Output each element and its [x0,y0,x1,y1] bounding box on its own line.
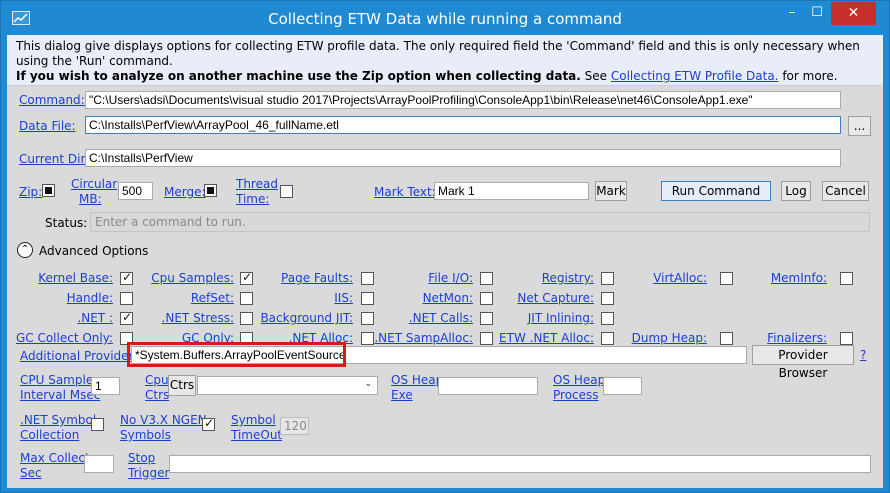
os-heap-process-input[interactable] [603,377,642,395]
help-link[interactable]: ? [860,348,866,362]
stop-trigger-input[interactable] [169,455,871,473]
provider-label-page-faults[interactable]: Page Faults: [213,271,353,285]
zip-label[interactable]: Zip: [19,185,42,199]
description-bold-text: If you wish to analyze on another machin… [16,69,581,83]
current-dir-input[interactable]: C:\Installs\PerfView [85,149,841,167]
data-file-input[interactable]: C:\Installs\PerfView\ArrayPool_46_fullNa… [85,116,841,134]
collecting-etw-help-link[interactable]: Collecting ETW Profile Data. [611,69,779,83]
provider-label-net-sampalloc[interactable]: .NET SampAlloc: [333,331,473,345]
additional-providers-label[interactable]: Additional Providers [20,349,140,363]
max-collect-label-2[interactable]: Sec [20,466,42,480]
run-command-button[interactable]: Run Command [661,181,771,201]
merge-checkbox[interactable] [204,184,217,197]
window-title: Collecting ETW Data while running a comm… [268,10,622,28]
cpu-sample-interval-input[interactable]: 1 [91,377,120,395]
circular-mb-input[interactable]: 500 [118,182,153,200]
symbol-timeout-label-2[interactable]: TimeOut [231,428,282,442]
provider-label-iis[interactable]: IIS: [213,291,353,305]
maximize-button[interactable]: ☐ [805,2,829,25]
zip-checkbox[interactable] [42,184,55,197]
cpu-ctrs-label-2[interactable]: Ctrs [145,388,169,402]
cpu-sample-label-1[interactable]: CPU Sample [20,373,93,387]
command-label[interactable]: Command: [19,93,85,107]
thread-time-label-2[interactable]: Time: [236,192,269,206]
ctrs-button[interactable]: Ctrs [168,375,196,396]
provider-label-net-capture[interactable]: Net Capture: [454,291,594,305]
cancel-button[interactable]: Cancel [822,181,869,201]
stop-trigger-label-1[interactable]: Stop [128,451,155,465]
max-collect-sec-input[interactable] [84,455,114,473]
symbol-timeout-label-1[interactable]: Symbol [231,413,276,427]
provider-label-net-calls[interactable]: .NET Calls: [333,311,473,325]
status-label: Status: [45,216,88,230]
provider-label-finalizers[interactable]: Finalizers: [687,331,827,345]
provider-label-background-jit[interactable]: Background JIT: [213,311,353,325]
provider-label-netmon[interactable]: NetMon: [333,291,473,305]
symbol-timeout-input[interactable]: 120 [280,417,309,435]
stop-trigger-label-2[interactable]: Trigger [128,466,169,480]
circular-label-2[interactable]: MB: [79,192,102,206]
no-v3x-label-2[interactable]: Symbols [120,428,171,442]
data-file-label[interactable]: Data File: [19,119,76,133]
cpu-ctrs-label-1[interactable]: Cpu [145,373,169,387]
net-symbol-label-1[interactable]: .NET Symbol [20,413,96,427]
dialog-window: Collecting ETW Data while running a comm… [0,0,890,493]
mark-text-label[interactable]: Mark Text: [374,185,436,199]
provider-label-dump-heap[interactable]: Dump Heap: [567,331,707,345]
provider-checkbox-meminfo[interactable] [840,272,853,285]
provider-label-virtalloc[interactable]: VirtAlloc: [567,271,707,285]
close-button[interactable]: ✕ [831,2,876,25]
provider-checkbox-jit-inlining[interactable] [601,312,614,325]
provider-label-meminfo[interactable]: MemInfo: [687,271,827,285]
cpu-ctrs-dropdown[interactable]: ⌄ [197,376,378,395]
minimize-button[interactable]: – [780,2,804,25]
cpu-sample-label-2[interactable]: Interval Msec [20,388,100,402]
description-more-text: for more. [778,69,838,83]
thread-time-checkbox[interactable] [280,185,293,198]
description-see-text: See [580,69,611,83]
circular-label-1[interactable]: Circular [71,177,117,191]
thread-time-label-1[interactable]: Thread [236,177,278,191]
no-v3x-label-1[interactable]: No V3.X NGEN [120,413,207,427]
os-heap-process-label-2[interactable]: Process [553,388,599,402]
title-bar[interactable]: Collecting ETW Data while running a comm… [1,1,889,35]
os-heap-exe-label-2[interactable]: Exe [391,388,413,402]
os-heap-process-label-1[interactable]: OS Heap [553,373,605,387]
max-collect-label-1[interactable]: Max Collect [20,451,90,465]
dialog-body: This dialog give displays options for co… [7,35,883,488]
no-v3x-ngen-checkbox[interactable] [202,416,215,431]
advanced-options-label[interactable]: Advanced Options [39,244,148,258]
provider-browser-button[interactable]: Provider Browser [752,345,854,380]
description-panel: This dialog give displays options for co… [7,35,883,86]
command-input[interactable]: "C:\Users\adsi\Documents\visual studio 2… [85,91,841,109]
os-heap-exe-label-1[interactable]: OS Heap [391,373,443,387]
provider-label-file-i-o[interactable]: File I/O: [333,271,473,285]
description-text: This dialog give displays options for co… [16,39,860,68]
provider-checkbox-net-capture[interactable] [601,292,614,305]
provider-checkbox-finalizers[interactable] [840,332,853,345]
net-symbol-label-2[interactable]: Collection [20,428,79,442]
highlight-box [127,342,346,367]
mark-button[interactable]: Mark [595,181,627,201]
os-heap-exe-input[interactable] [438,377,538,395]
merge-label[interactable]: Merge: [164,185,206,199]
collapse-chevron-icon[interactable]: ⌃ [17,242,33,258]
provider-label-jit-inlining[interactable]: JIT Inlining: [454,311,594,325]
net-symbol-collection-checkbox[interactable] [91,418,104,431]
log-button[interactable]: Log [781,181,811,201]
mark-text-input[interactable]: Mark 1 [434,182,589,200]
status-text: Enter a command to run. [90,212,870,232]
chevron-down-icon: ⌄ [364,379,372,389]
data-file-browse-button[interactable]: ... [848,116,871,136]
current-dir-label[interactable]: Current Dir: [19,152,89,166]
